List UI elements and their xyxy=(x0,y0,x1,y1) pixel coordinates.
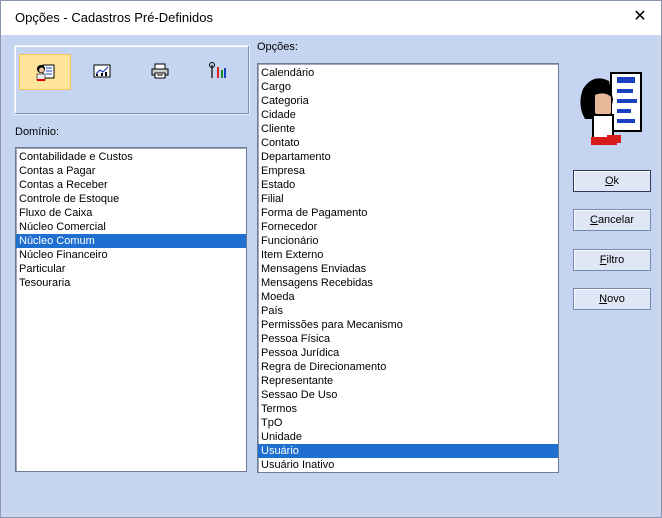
opcoes-list-item[interactable]: País xyxy=(258,304,558,318)
opcoes-list-item[interactable]: Pessoa Jurídica xyxy=(258,346,558,360)
chart-icon[interactable] xyxy=(77,54,127,88)
opcoes-list-item[interactable]: Cliente xyxy=(258,122,558,136)
dominio-list-item[interactable]: Núcleo Comercial xyxy=(16,220,246,234)
category-toolbar xyxy=(14,45,250,115)
opcoes-list-item[interactable]: Filial xyxy=(258,192,558,206)
ok-button[interactable]: Ok xyxy=(573,170,651,192)
opcoes-list-item[interactable]: TpO xyxy=(258,416,558,430)
person-card-icon[interactable] xyxy=(19,54,71,90)
opcoes-list-item[interactable]: Termos xyxy=(258,402,558,416)
cancelar-button[interactable]: Cancelar xyxy=(573,209,651,231)
opcoes-list-item[interactable]: Categoria xyxy=(258,94,558,108)
opcoes-listbox[interactable]: Calendário Cargo Categoria Cidade Cliente Con… xyxy=(257,63,559,473)
opcoes-list-item[interactable]: Usuário Inativo xyxy=(258,458,558,472)
opcoes-list-item[interactable]: Funcionário xyxy=(258,234,558,248)
dominio-list-item[interactable]: Controle de Estoque xyxy=(16,192,246,206)
opcoes-list-item[interactable]: Sessao De Uso xyxy=(258,388,558,402)
dominio-list-item[interactable]: Fluxo de Caixa xyxy=(16,206,246,220)
dominio-label: Domínio: xyxy=(15,126,60,138)
opcoes-list-item[interactable]: Moeda xyxy=(258,290,558,304)
dominio-list-item[interactable]: Contas a Pagar xyxy=(16,164,246,178)
opcoes-list-item[interactable]: Estado xyxy=(258,178,558,192)
opcoes-list-item[interactable]: Usuário xyxy=(258,444,558,458)
opcoes-list-item[interactable]: Departamento xyxy=(258,150,558,164)
title-bar: Opções - Cadastros Pré-Definidos ✕ xyxy=(1,1,661,35)
opcoes-list-item[interactable]: Contato xyxy=(258,136,558,150)
close-icon[interactable]: ✕ xyxy=(627,5,653,31)
opcoes-label: Opções: xyxy=(257,41,298,53)
dominio-listbox[interactable]: Contabilidade e Custos Contas a Pagar Cont… xyxy=(15,147,247,472)
opcoes-list-item[interactable]: Pessoa Física xyxy=(258,332,558,346)
opcoes-list-item[interactable]: Permissões para Mecanismo xyxy=(258,318,558,332)
options-window: Opções - Cadastros Pré-Definidos ✕ Domín… xyxy=(0,0,662,518)
cadastro-illustration-icon xyxy=(573,69,649,151)
dominio-list-item[interactable]: Núcleo Comum xyxy=(16,234,246,248)
window-title: Opções - Cadastros Pré-Definidos xyxy=(15,10,213,25)
dominio-list-item[interactable]: Núcleo Financeiro xyxy=(16,248,246,262)
dominio-list-item[interactable]: Contas a Receber xyxy=(16,178,246,192)
opcoes-list-item[interactable]: Forma de Pagamento xyxy=(258,206,558,220)
dominio-list-item[interactable]: Contabilidade e Custos xyxy=(16,150,246,164)
opcoes-list-item[interactable]: Cidade xyxy=(258,108,558,122)
dominio-list-item[interactable]: Particular xyxy=(16,262,246,276)
printer-icon[interactable] xyxy=(135,54,185,88)
opcoes-list-item[interactable]: Cargo xyxy=(258,80,558,94)
opcoes-list-item[interactable]: Calendário xyxy=(258,66,558,80)
opcoes-list-item[interactable]: Mensagens Enviadas xyxy=(258,262,558,276)
dominio-list-item[interactable]: Tesouraria xyxy=(16,276,246,290)
opcoes-list-item[interactable]: Mensagens Recebidas xyxy=(258,276,558,290)
opcoes-list-item[interactable]: Representante xyxy=(258,374,558,388)
opcoes-list-item[interactable]: Item Externo xyxy=(258,248,558,262)
opcoes-list-item[interactable]: Empresa xyxy=(258,164,558,178)
opcoes-list-item[interactable]: Fornecedor xyxy=(258,220,558,234)
opcoes-list-item[interactable]: Regra de Direcionamento xyxy=(258,360,558,374)
tools-icon[interactable] xyxy=(193,54,243,88)
opcoes-list-item[interactable]: Unidade xyxy=(258,430,558,444)
filtro-button[interactable]: Filtro xyxy=(573,249,651,271)
novo-button[interactable]: Novo xyxy=(573,288,651,310)
